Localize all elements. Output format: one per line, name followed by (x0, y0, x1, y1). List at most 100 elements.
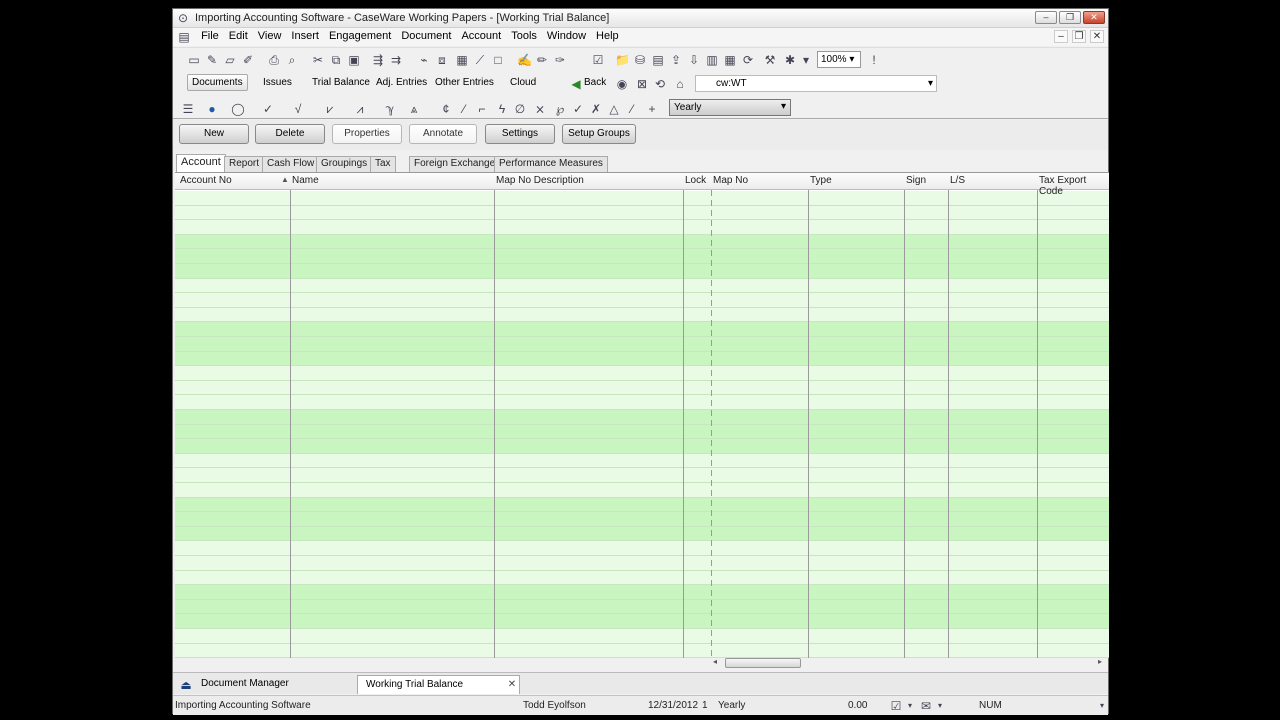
slash-icon[interactable]: ⁄ (457, 102, 471, 116)
archive-icon[interactable]: ▤ (651, 53, 665, 67)
table-row[interactable] (175, 614, 1109, 629)
menu-engagement[interactable]: Engagement (324, 28, 396, 42)
table-row[interactable] (175, 220, 1109, 235)
circle-icon[interactable]: ◯ (231, 102, 245, 116)
nav-documents[interactable]: Documents (187, 74, 248, 91)
signoff-icon[interactable]: ✍ (517, 53, 532, 67)
tab-performance-measures[interactable]: Performance Measures (494, 156, 608, 172)
sheet-icon[interactable]: ▥ (705, 53, 719, 67)
cross-icon[interactable]: ⨯ (533, 102, 547, 116)
menu-tools[interactable]: Tools (506, 28, 542, 42)
table-row[interactable] (175, 322, 1109, 337)
globe-icon[interactable]: ● (205, 102, 219, 116)
print-icon[interactable]: ⎙ (267, 53, 281, 67)
table-row[interactable] (175, 307, 1109, 323)
table-row[interactable] (175, 599, 1109, 615)
menu-window[interactable]: Window (542, 28, 591, 42)
tab-foreign-exchange[interactable]: Foreign Exchange (409, 156, 501, 172)
sort-ascending-icon[interactable]: ▲ (281, 175, 289, 184)
note-icon[interactable]: ✑ (553, 53, 567, 67)
open-icon[interactable]: ✎ (205, 53, 219, 67)
split-icon[interactable]: ⇶ (371, 53, 385, 67)
chevron-down-icon[interactable]: ▾ (903, 699, 917, 713)
tab-groupings[interactable]: Groupings (316, 156, 373, 172)
tab-account[interactable]: Account (176, 154, 226, 172)
close-button[interactable]: ✕ (1083, 11, 1105, 24)
merge-icon[interactable]: ⇉ (389, 53, 403, 67)
chevron-down-icon[interactable]: ▾ (781, 101, 786, 112)
loop-icon[interactable]: ℘ (553, 102, 567, 116)
status-folder-icon[interactable]: ✉ (919, 699, 933, 713)
hook-icon[interactable]: ⌐ (475, 102, 489, 116)
tab-tax[interactable]: Tax (370, 156, 396, 172)
table-row[interactable] (175, 249, 1109, 264)
check-2-icon[interactable]: ✓ (571, 102, 585, 116)
table-row[interactable] (175, 278, 1109, 294)
settings-button[interactable]: Settings (485, 124, 555, 144)
menu-document[interactable]: Document (396, 28, 456, 42)
null-icon[interactable]: ∅ (513, 102, 527, 116)
x-icon[interactable]: ✗ (589, 102, 603, 116)
new-file-icon[interactable]: ▭ (187, 53, 201, 67)
annotate-icon[interactable]: ✏ (535, 53, 549, 67)
table-row[interactable] (175, 351, 1109, 367)
calc-icon[interactable]: ▦ (723, 53, 737, 67)
sync-icon[interactable]: ⟳ (741, 53, 755, 67)
col-tax-export-code[interactable]: Tax Export Code (1039, 175, 1109, 197)
export-icon[interactable]: ⇪ (669, 53, 683, 67)
table-row[interactable] (175, 424, 1109, 440)
tickmark-6-icon[interactable]: ⩓ (407, 102, 421, 116)
col-map-no[interactable]: Map No (713, 175, 748, 186)
col-name[interactable]: Name (292, 175, 319, 186)
refresh-icon[interactable]: ⟲ (653, 77, 667, 91)
table-row[interactable] (175, 439, 1109, 454)
tickmark-icon[interactable]: ✓ (261, 102, 275, 116)
menu-view[interactable]: View (253, 28, 287, 42)
nav-cloud[interactable]: Cloud (510, 77, 536, 88)
table-row[interactable] (175, 380, 1109, 396)
tickmark-4-icon[interactable]: ⩘ (353, 102, 367, 116)
back-button[interactable]: Back (584, 77, 606, 88)
chevron-down-icon[interactable]: ▾ (933, 699, 947, 713)
open-folder-icon[interactable]: 📁 (615, 53, 630, 67)
view-toggle-icon[interactable]: ▦ (455, 53, 469, 67)
table-row[interactable] (175, 410, 1109, 425)
menu-insert[interactable]: Insert (286, 28, 324, 42)
link-icon[interactable]: ⧈ (435, 53, 449, 67)
doc-close-button[interactable]: ✕ (1090, 30, 1104, 43)
nav-trial-balance[interactable]: Trial Balance (312, 77, 370, 88)
tickmark-2-icon[interactable]: √ (291, 102, 305, 116)
maximize-button[interactable]: ❐ (1059, 11, 1081, 24)
table-row[interactable] (175, 468, 1109, 483)
tickmark-5-icon[interactable]: ℽ (383, 102, 397, 116)
table-row[interactable] (175, 264, 1109, 279)
table-row[interactable] (175, 541, 1109, 556)
close-tab-icon[interactable]: ✕ (505, 678, 519, 692)
list-icon[interactable]: ☰ (181, 102, 195, 116)
import-icon[interactable]: ⇩ (687, 53, 701, 67)
table-row[interactable] (175, 643, 1109, 658)
eject-icon[interactable]: ⏏ (179, 678, 193, 692)
setup-groups-button[interactable]: Setup Groups (562, 124, 636, 144)
cent-icon[interactable]: ¢ (439, 102, 453, 116)
triangle-icon[interactable]: △ (607, 102, 621, 116)
doc-minimize-button[interactable]: ‒ (1054, 30, 1068, 43)
nav-issues[interactable]: Issues (263, 77, 292, 88)
table-row[interactable] (175, 526, 1109, 542)
col-ls[interactable]: L/S (950, 175, 965, 186)
menu-file[interactable]: File (196, 28, 224, 42)
plus-icon[interactable]: + (645, 102, 659, 116)
mark-icon[interactable]: ⁄ (625, 102, 639, 116)
new-button[interactable]: New (179, 124, 249, 144)
menu-help[interactable]: Help (591, 28, 624, 42)
tools-icon[interactable]: ⚒ (763, 53, 777, 67)
address-field[interactable]: cw:WT ▾ (695, 75, 937, 92)
pen-icon[interactable]: ⟋ (473, 53, 487, 67)
table-row[interactable] (175, 337, 1109, 352)
table-row[interactable] (175, 570, 1109, 586)
table-row[interactable] (175, 512, 1109, 527)
tickmark-3-icon[interactable]: ⩗ (323, 102, 337, 116)
table-row[interactable] (175, 191, 1109, 206)
chevron-down-icon[interactable]: ▾ (799, 53, 813, 67)
table-row[interactable] (175, 497, 1109, 513)
